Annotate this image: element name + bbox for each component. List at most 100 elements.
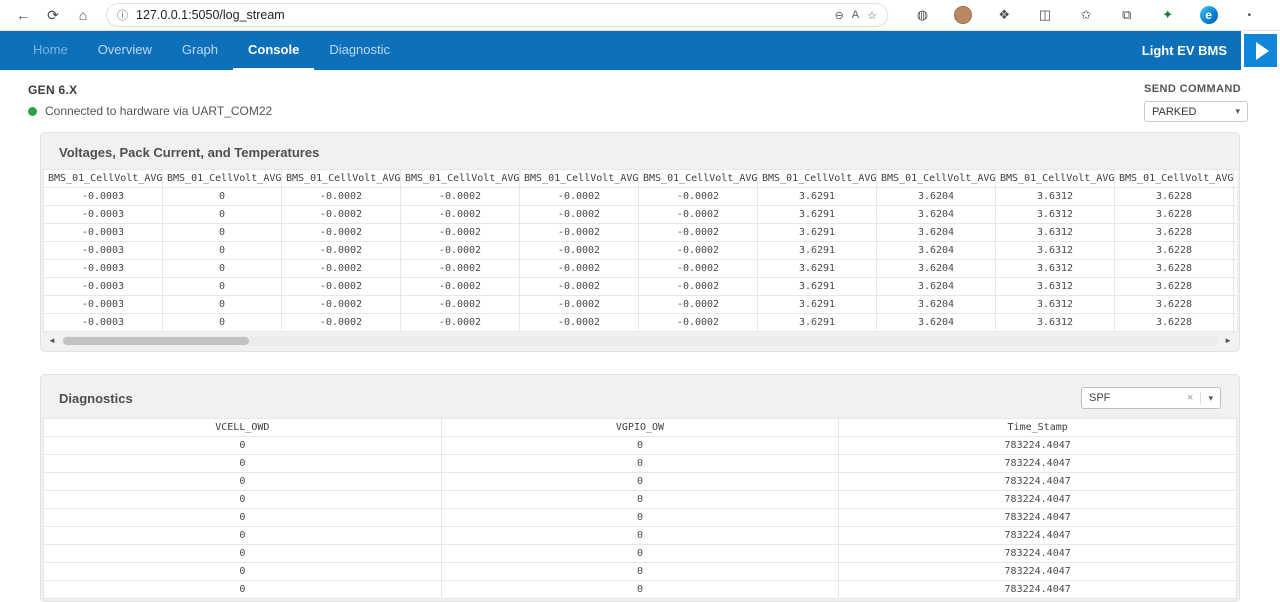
column-header: BMS_01_CellVolt_AVG09 [996, 170, 1115, 188]
column-header: BMS_01_CellVolt_AVG11 [1234, 170, 1238, 188]
table-row: 00783224.4047 [44, 437, 1237, 455]
table-cell: 783224.4047 [839, 455, 1237, 473]
table-cell: 0 [44, 563, 442, 581]
tab-console[interactable]: Console [233, 31, 314, 70]
zoom-out-icon[interactable]: ⊖ [835, 9, 844, 22]
table-cell: -0.0003 [44, 278, 163, 296]
table-cell: 3.6291 [758, 314, 877, 332]
send-command: SEND COMMAND PARKED ▾ [1144, 83, 1252, 122]
scrollbar-thumb[interactable] [63, 337, 249, 345]
home-icon[interactable]: ⌂ [70, 3, 96, 27]
table-cell: 3.6291 [758, 296, 877, 314]
table-cell: -0.0002 [639, 260, 758, 278]
table-row: 00783224.4047 [44, 491, 1237, 509]
table-cell: 3.6204 [877, 188, 996, 206]
table-cell: 3.6204 [877, 242, 996, 260]
table-cell: -0.0003 [44, 260, 163, 278]
url-text[interactable]: 127.0.0.1:5050/log_stream [136, 8, 827, 22]
scroll-right-icon[interactable]: ► [1224, 336, 1232, 345]
browser-tools-icon[interactable]: ✦ [1156, 3, 1180, 27]
scrollbar-track[interactable] [61, 336, 1219, 346]
edge-copilot-icon[interactable]: e [1197, 3, 1221, 27]
select-divider [1200, 392, 1201, 404]
diagnostics-filter-value: SPF [1089, 392, 1180, 404]
table-cell: 0 [44, 491, 442, 509]
tab-graph[interactable]: Graph [167, 31, 233, 70]
extensions-icon[interactable]: ❖ [992, 3, 1016, 27]
table-cell: 0 [44, 437, 442, 455]
table-row: -0.00030-0.0002-0.0002-0.0002-0.00023.62… [44, 206, 1238, 224]
table-cell: -0.0002 [639, 242, 758, 260]
status-bar: GEN 6.X Connected to hardware via UART_C… [0, 70, 1280, 132]
table-cell: -0.0002 [401, 188, 520, 206]
table-row: -0.00030-0.0002-0.0002-0.0002-0.00023.62… [44, 278, 1238, 296]
table-cell: 0 [441, 545, 839, 563]
favorites-bar-icon[interactable]: ✩ [1074, 3, 1098, 27]
table-cell: 3.6312 [996, 206, 1115, 224]
table-row: 00783224.4047 [44, 563, 1237, 581]
split-screen-icon[interactable]: ◫ [1033, 3, 1057, 27]
table-cell: -0.0002 [639, 206, 758, 224]
address-bar[interactable]: ⓘ 127.0.0.1:5050/log_stream ⊖ A ☆ [106, 3, 888, 27]
app-navbar: Home Overview Graph Console Diagnostic L… [0, 31, 1280, 70]
table-cell: 0 [441, 581, 839, 599]
tab-home[interactable]: Home [18, 31, 83, 70]
table-cell: 3.6204 [877, 296, 996, 314]
table-cell: 3.6291 [758, 188, 877, 206]
tab-overview[interactable]: Overview [83, 31, 167, 70]
table-cell: 783224.4047 [839, 473, 1237, 491]
column-header: BMS_01_CellVolt_AVG07 [758, 170, 877, 188]
table-cell: 3.6291 [758, 224, 877, 242]
play-triangle-icon [1256, 42, 1269, 60]
table-cell: 0 [44, 581, 442, 599]
diagnostics-filter-select[interactable]: SPF × ▾ [1081, 387, 1221, 409]
voltages-card: Voltages, Pack Current, and Temperatures… [40, 132, 1240, 352]
table-cell: -0.0002 [520, 278, 639, 296]
table-cell: 0 [163, 206, 282, 224]
refresh-icon[interactable]: ⟳ [40, 3, 66, 27]
collections-icon[interactable]: ⧉ [1115, 3, 1139, 27]
back-icon[interactable]: ← [10, 3, 36, 27]
table-cell: 3.6204 [877, 314, 996, 332]
favorite-star-icon[interactable]: ☆ [867, 9, 877, 22]
more-menu-icon[interactable]: • [1237, 3, 1261, 27]
table-cell: 3.6228 [1115, 206, 1234, 224]
table-cell: -0.0002 [401, 224, 520, 242]
table-cell: -0.0002 [282, 242, 401, 260]
table-cell [1234, 260, 1238, 278]
table-cell: -0.0002 [401, 314, 520, 332]
table-cell: -0.0002 [401, 242, 520, 260]
site-info-icon[interactable]: ⓘ [117, 7, 128, 23]
table-cell: 783224.4047 [839, 437, 1237, 455]
read-aloud-icon[interactable]: A [852, 9, 859, 21]
table-cell: -0.0002 [401, 296, 520, 314]
table-row: -0.00030-0.0002-0.0002-0.0002-0.00023.62… [44, 188, 1238, 206]
tab-diagnostic[interactable]: Diagnostic [314, 31, 405, 70]
table-cell: -0.0002 [282, 206, 401, 224]
table-cell: 0 [44, 545, 442, 563]
table-cell: 0 [163, 224, 282, 242]
table-cell: 3.6312 [996, 188, 1115, 206]
diagnostics-table: VCELL_OWDVGPIO_OWTime_Stamp 00783224.404… [43, 418, 1237, 599]
table-cell: 0 [441, 527, 839, 545]
table-cell: -0.0002 [282, 314, 401, 332]
table-cell: 783224.4047 [839, 545, 1237, 563]
clear-icon[interactable]: × [1187, 392, 1193, 404]
browser-essentials-icon[interactable]: ◍ [910, 3, 934, 27]
table-cell: -0.0002 [282, 188, 401, 206]
send-command-dropdown[interactable]: PARKED ▾ [1144, 101, 1248, 122]
profile-avatar[interactable] [951, 3, 975, 27]
column-header: BMS_01_CellVolt_AVG05 [520, 170, 639, 188]
scroll-left-icon[interactable]: ◄ [48, 336, 56, 345]
table-cell: 0 [441, 473, 839, 491]
table-cell: 3.6228 [1115, 188, 1234, 206]
horizontal-scrollbar[interactable]: ◄ ► [43, 332, 1237, 349]
table-cell [1234, 224, 1238, 242]
table-cell: -0.0002 [282, 296, 401, 314]
table-cell [1234, 188, 1238, 206]
table-cell: 3.6204 [877, 206, 996, 224]
chevron-down-icon: ▾ [1208, 393, 1213, 404]
column-header: BMS_01_CellVolt_AVG06 [639, 170, 758, 188]
table-cell: 3.6312 [996, 224, 1115, 242]
send-command-value: PARKED [1152, 106, 1196, 118]
